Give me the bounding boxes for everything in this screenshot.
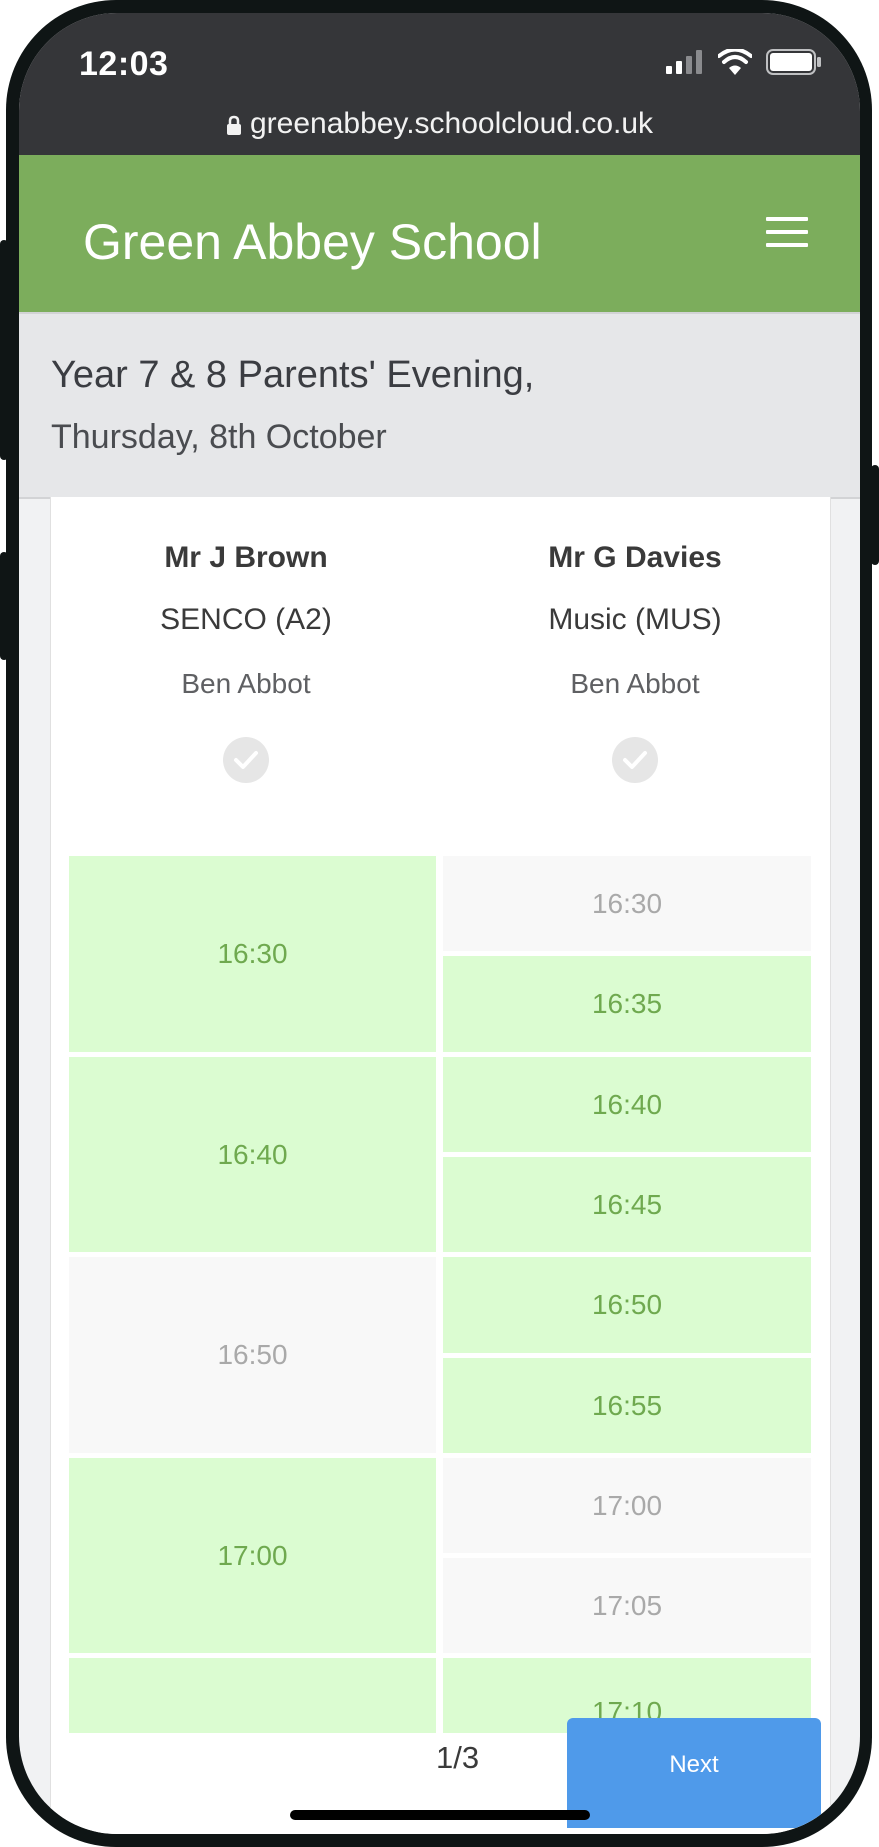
slot-time: 16:35 [591, 988, 663, 1019]
time-slot[interactable]: 17:00 [443, 1458, 811, 1553]
slot-time: 17:00 [591, 1489, 663, 1521]
slot-time: 16:45 [591, 1188, 663, 1220]
time-slot[interactable]: 16:35 [443, 956, 811, 1052]
site-header: Green Abbey School [19, 155, 860, 312]
time-slot[interactable]: 16:50 [69, 1257, 436, 1453]
slot-time: 17:05 [591, 1589, 663, 1621]
check-icon [612, 737, 658, 783]
student-name: Ben Abbot [570, 668, 700, 699]
slot-time: 16:40 [217, 1138, 288, 1170]
phone-side-button [0, 240, 8, 460]
time-slot[interactable]: 16:55 [443, 1358, 811, 1453]
event-date: Thursday, 8th October [51, 418, 387, 456]
event-title: Year 7 & 8 Parents' Evening, [51, 354, 535, 396]
time-slot[interactable]: 17:05 [443, 1558, 811, 1653]
clock: 12:03 [79, 45, 169, 83]
hamburger-menu-icon[interactable] [766, 217, 808, 247]
teacher-name: Mr J Brown [164, 541, 328, 574]
phone-side-button [0, 552, 8, 660]
time-slot[interactable]: 16:45 [443, 1157, 811, 1252]
teacher-subject: SENCO (A2) [160, 603, 332, 636]
event-banner: Year 7 & 8 Parents' Evening, Thursday, 8… [19, 312, 860, 499]
status-icons [666, 49, 822, 75]
cellular-signal-icon [666, 50, 702, 74]
next-button[interactable]: Next [567, 1718, 821, 1828]
slot-time: 16:30 [217, 938, 288, 969]
time-slot[interactable]: 16:50 [443, 1257, 811, 1353]
wifi-icon [718, 49, 752, 75]
slot-time: 17:00 [217, 1539, 288, 1571]
phone-screen: 12:03 greenabbey.schoolcloud.co.uk Green… [19, 13, 860, 1834]
teacher-subject: Music (MUS) [548, 603, 722, 636]
time-slot[interactable] [69, 1658, 436, 1733]
slot-time: 16:30 [591, 887, 663, 919]
page-indicator: 1/3 [436, 1740, 480, 1775]
schedule-card: Mr J Brown SENCO (A2) Ben Abbot Mr G Dav… [50, 497, 831, 1834]
time-slot[interactable]: 16:30 [69, 856, 436, 1052]
slot-time: 16:40 [591, 1088, 663, 1120]
slot-time: 16:50 [591, 1289, 663, 1320]
slot-time: 16:55 [591, 1389, 663, 1421]
check-icon [223, 737, 269, 783]
address-bar[interactable]: greenabbey.schoolcloud.co.uk [19, 107, 860, 141]
lock-icon [226, 115, 241, 136]
slot-time: 16:50 [217, 1339, 288, 1370]
battery-icon [766, 49, 821, 75]
home-indicator [290, 1810, 590, 1820]
time-slot[interactable]: 17:00 [69, 1458, 436, 1653]
teacher-name: Mr G Davies [548, 541, 722, 574]
time-slot[interactable]: 16:30 [443, 856, 811, 951]
time-slot[interactable]: 16:40 [443, 1057, 811, 1152]
phone-side-button [871, 465, 879, 565]
time-slot[interactable]: 16:40 [69, 1057, 436, 1252]
student-name: Ben Abbot [181, 668, 311, 699]
url-text: greenabbey.schoolcloud.co.uk [249, 107, 654, 140]
school-name: Green Abbey School [83, 214, 542, 270]
status-bar: 12:03 greenabbey.schoolcloud.co.uk [19, 13, 860, 155]
